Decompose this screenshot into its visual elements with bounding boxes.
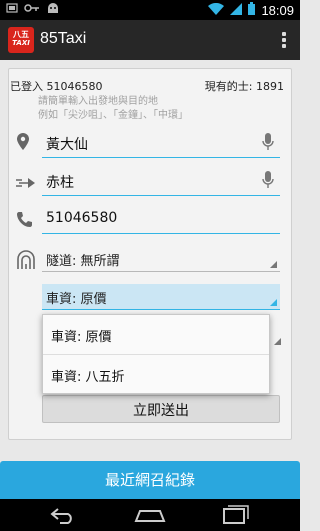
signal-icon — [230, 2, 243, 18]
dropdown-arrow-icon — [270, 261, 277, 268]
tunnel-spinner[interactable]: 隧道: 無所謂 — [42, 246, 280, 272]
back-icon[interactable] — [48, 505, 78, 529]
tunnel-icon — [16, 250, 36, 274]
home-icon[interactable] — [134, 505, 166, 529]
mic-icon[interactable] — [262, 133, 274, 155]
fare-spinner[interactable]: 車資: 原價 — [42, 284, 280, 310]
tunnel-value: 隧道: 無所謂 — [46, 254, 120, 269]
submit-button[interactable]: 立即送出 — [42, 395, 280, 423]
origin-input[interactable]: 黃大仙 — [42, 130, 280, 158]
status-bar: 18:09 — [0, 0, 300, 20]
arrow-right-icon — [16, 174, 36, 193]
hint-line-2: 例如「尖沙咀」、「金鐘」、「中環」 — [38, 110, 188, 121]
dropdown-arrow-icon — [270, 299, 277, 306]
phone-value: 51046580 — [46, 210, 118, 226]
origin-value: 黃大仙 — [46, 137, 88, 153]
navigation-bar — [0, 499, 300, 531]
phone-icon — [16, 211, 32, 231]
app-title: 85Taxi — [40, 30, 87, 47]
wifi-icon — [208, 2, 225, 18]
input-hint: 請簡單輸入出發地與目的地 例如「尖沙咀」、「金鐘」、「中環」 — [38, 95, 188, 123]
recent-apps-icon[interactable] — [222, 505, 250, 529]
login-status: 已登入 51046580 — [10, 80, 103, 93]
phone-input[interactable]: 51046580 — [42, 206, 280, 234]
destination-input[interactable]: 赤柱 — [42, 168, 280, 196]
fare-option[interactable]: 車資: 八五折 — [43, 354, 269, 393]
logo-text-top: 八五 — [13, 30, 29, 39]
fare-option[interactable]: 車資: 原價 — [43, 315, 269, 354]
destination-value: 赤柱 — [46, 175, 74, 191]
recent-bookings-button[interactable]: 最近網召紀錄 — [0, 461, 300, 499]
clock: 18:09 — [261, 2, 294, 18]
android-icon — [46, 2, 60, 17]
online-taxi-count: 現有的士: 1891 — [204, 80, 284, 93]
action-bar: 八五 TAXI 85Taxi — [0, 20, 300, 60]
mic-icon[interactable] — [262, 171, 274, 193]
notification-icon — [6, 2, 18, 17]
battery-icon — [248, 2, 256, 18]
key-icon — [24, 2, 40, 17]
dropdown-arrow-icon — [274, 338, 281, 345]
logo-text-bottom: TAXI — [12, 39, 30, 47]
app-logo: 八五 TAXI — [8, 27, 34, 53]
fare-dropdown: 車資: 原價 車資: 八五折 — [42, 314, 270, 394]
location-pin-icon — [16, 133, 30, 155]
overflow-menu-icon[interactable] — [282, 32, 286, 50]
hint-line-1: 請簡單輸入出發地與目的地 — [38, 96, 158, 107]
fare-value: 車資: 原價 — [46, 292, 107, 307]
